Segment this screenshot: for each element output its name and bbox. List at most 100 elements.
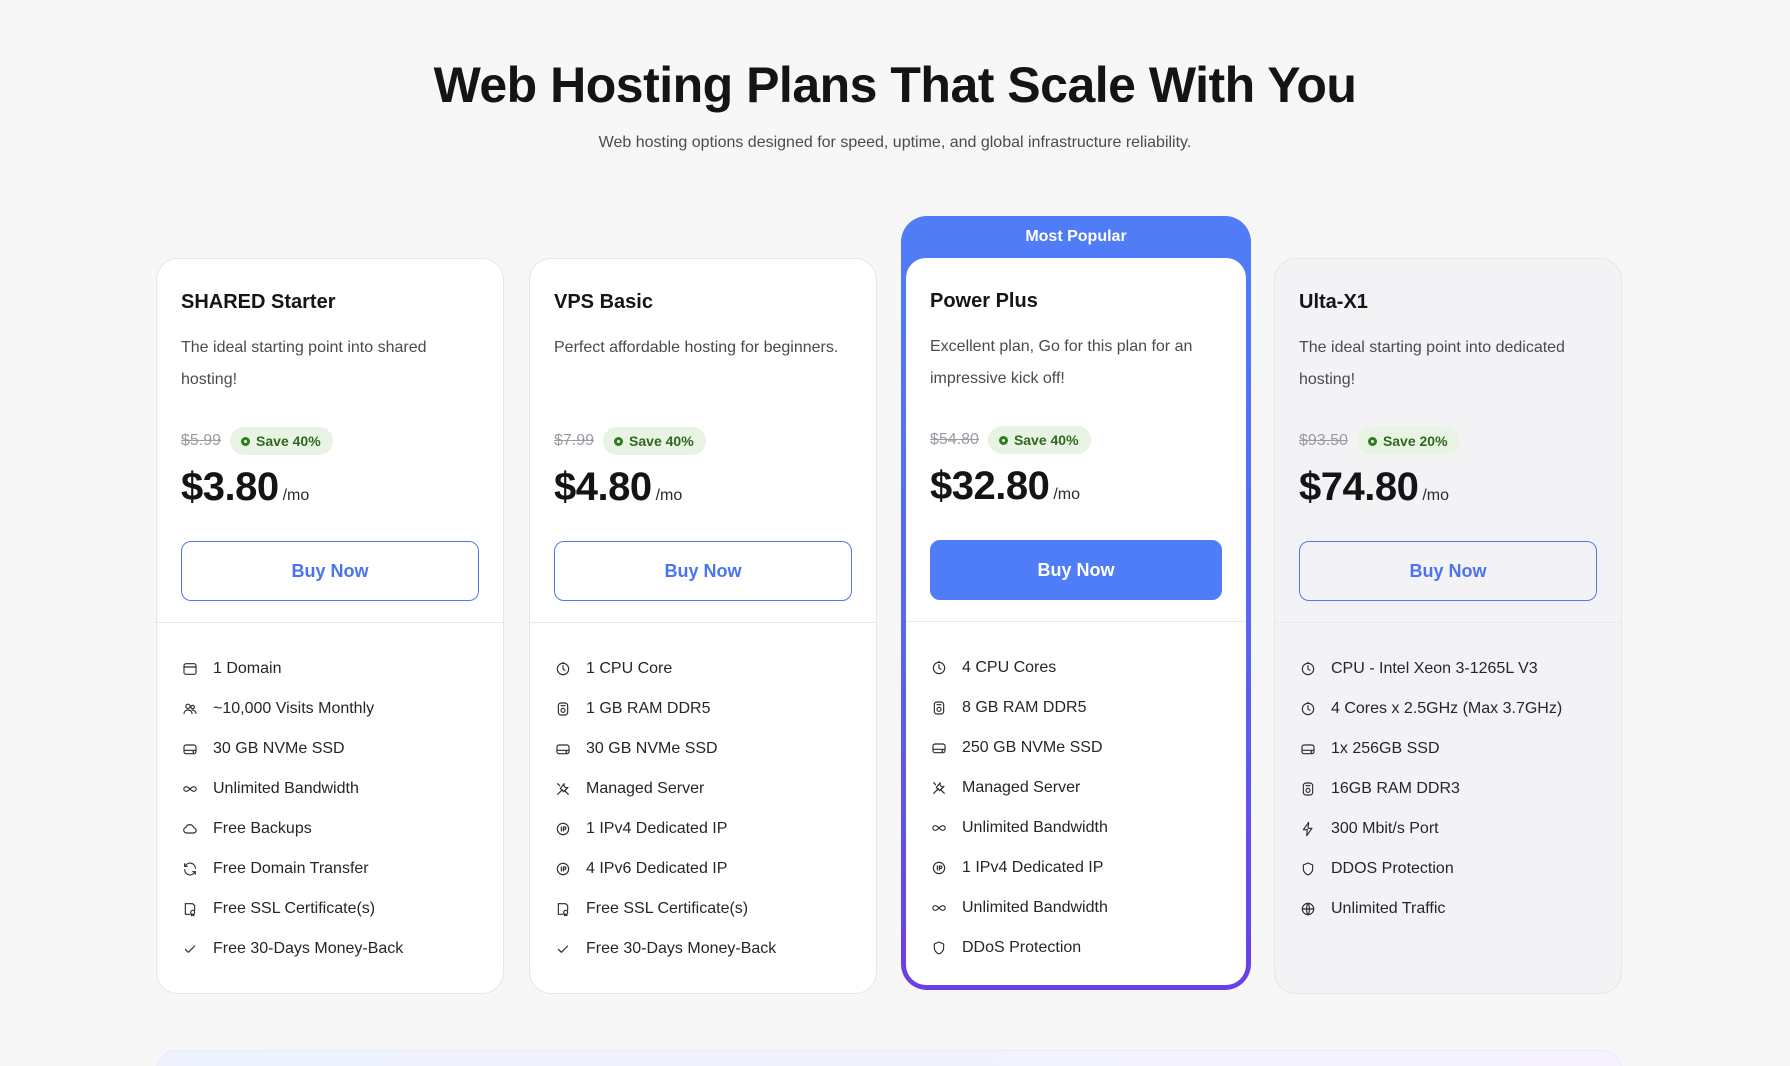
feature-item: 8 GB RAM DDR5 [930, 688, 1222, 728]
price: $4.80 [554, 465, 652, 509]
cpu-gauge-icon [1299, 700, 1317, 718]
plan-header: VPS Basic Perfect affordable hosting for … [530, 259, 876, 622]
feature-item: DDoS Protection [930, 928, 1222, 968]
feature-label: 16GB RAM DDR3 [1331, 780, 1460, 797]
feature-label: 1 IPv4 Dedicated IP [962, 859, 1104, 876]
feature-label: 30 GB NVMe SSD [586, 740, 718, 757]
discount-row: $54.80 Save 40% [930, 426, 1091, 454]
feature-label: 4 IPv6 Dedicated IP [586, 860, 728, 877]
feature-item: 1 IPv4 Dedicated IP [930, 848, 1222, 888]
feature-label: ~10,000 Visits Monthly [213, 700, 375, 717]
price-row: $4.80/mo [554, 465, 682, 510]
feature-item: Free Backups [181, 809, 479, 849]
feature-label: Free SSL Certificate(s) [213, 900, 376, 917]
buy-now-button[interactable]: Buy Now [554, 541, 852, 601]
page-subtitle: Web hosting options designed for speed, … [598, 134, 1192, 151]
tag-dot-icon [998, 435, 1008, 445]
refresh-icon [181, 860, 199, 878]
cpu-gauge-icon [554, 660, 572, 678]
check-icon [554, 940, 572, 958]
plan-description: Excellent plan, Go for this plan for an … [930, 338, 1193, 387]
feature-item: 1 IPv4 Dedicated IP [554, 809, 852, 849]
feature-label: 1 Domain [213, 660, 282, 677]
old-price: $5.99 [181, 432, 222, 449]
price-row: $3.80/mo [181, 465, 309, 510]
plan-name: VPS Basic [554, 291, 653, 313]
globe-icon [1299, 900, 1317, 918]
feature-label: Managed Server [586, 780, 705, 797]
pricing-page: Web Hosting Plans That Scale With You We… [0, 0, 1790, 1066]
feature-label: Free Backups [213, 820, 312, 837]
users-icon [181, 700, 199, 718]
feature-item: Free 30-Days Money-Back [181, 929, 479, 969]
price: $74.80 [1299, 465, 1419, 509]
shield-icon [930, 939, 948, 957]
feature-item: Free SSL Certificate(s) [181, 889, 479, 929]
plan-header: Power Plus Excellent plan, Go for this pl… [906, 258, 1246, 621]
certificate-icon [181, 900, 199, 918]
cpu-gauge-icon [1299, 660, 1317, 678]
feature-label: Unlimited Traffic [1331, 900, 1446, 917]
price-row: $32.80/mo [930, 464, 1080, 509]
feature-label: CPU - Intel Xeon 3-1265L V3 [1331, 660, 1538, 677]
save-badge: Save 40% [987, 426, 1091, 454]
save-badge: Save 40% [230, 427, 333, 455]
bolt-icon [1299, 820, 1317, 838]
feature-item: Unlimited Bandwidth [181, 769, 479, 809]
price-period: /mo [655, 487, 683, 504]
feature-label: DDOS Protection [1331, 860, 1454, 877]
buy-now-button[interactable]: Buy Now [181, 541, 479, 601]
feature-item: 1x 256GB SSD [1299, 729, 1597, 769]
ip-icon [554, 820, 572, 838]
infinity-icon [930, 899, 948, 917]
plan-card-ulta-x1: Ulta-X1 The ideal starting point into ded… [1274, 258, 1622, 994]
discount-row: $7.99 Save 40% [554, 427, 706, 455]
infinity-icon [181, 780, 199, 798]
feature-label: 1 GB RAM DDR5 [586, 700, 711, 717]
plan-name: Power Plus [930, 290, 1038, 312]
feature-label: 300 Mbit/s Port [1331, 820, 1439, 837]
feature-label: Unlimited Bandwidth [962, 899, 1108, 916]
hard-drive-icon [554, 740, 572, 758]
old-price: $7.99 [554, 432, 595, 449]
tools-icon [554, 780, 572, 798]
most-popular-badge: Most Popular [1025, 228, 1127, 245]
hard-drive-icon [1299, 740, 1317, 758]
price-period: /mo [1422, 487, 1450, 504]
price: $32.80 [930, 464, 1050, 508]
plan-name: Ulta-X1 [1299, 291, 1368, 313]
save-badge: Save 40% [603, 427, 706, 455]
hard-drive-icon [930, 739, 948, 757]
feature-item: 30 GB NVMe SSD [554, 729, 852, 769]
ram-icon [930, 699, 948, 717]
feature-label: Unlimited Bandwidth [213, 780, 359, 797]
discount-row: $5.99 Save 40% [181, 427, 333, 455]
feature-label: DDoS Protection [962, 939, 1082, 956]
price-row: $74.80/mo [1299, 465, 1449, 510]
ram-icon [1299, 780, 1317, 798]
plan-card-power-plus: Most Popular Power Plus Excellent plan, G… [901, 216, 1251, 990]
save-badge: Save 20% [1356, 427, 1460, 455]
feature-label: Free 30-Days Money-Back [586, 940, 777, 957]
feature-label: Free SSL Certificate(s) [586, 900, 749, 917]
hard-drive-icon [181, 740, 199, 758]
feature-item: Unlimited Traffic [1299, 889, 1597, 929]
save-label: Save 40% [256, 433, 321, 449]
plan-card-power-plus-body: Power Plus Excellent plan, Go for this pl… [906, 258, 1246, 985]
shield-icon [1299, 860, 1317, 878]
feature-item: 4 Cores x 2.5GHz (Max 3.7GHz) [1299, 689, 1597, 729]
buy-now-button[interactable]: Buy Now [930, 540, 1222, 600]
feature-label: 1 CPU Core [586, 660, 673, 677]
check-icon [181, 940, 199, 958]
feature-item: CPU - Intel Xeon 3-1265L V3 [1299, 649, 1597, 689]
buy-now-button[interactable]: Buy Now [1299, 541, 1597, 601]
ip-icon [554, 860, 572, 878]
browser-icon [181, 660, 199, 678]
cloud-icon [181, 820, 199, 838]
feature-list: 1 Domain ~10,000 Visits Monthly 30 GB NVMe… [157, 623, 503, 969]
plan-cards: SHARED Starter The ideal starting point i… [156, 216, 1622, 996]
plan-card-shared-starter: SHARED Starter The ideal starting point i… [156, 258, 504, 994]
plan-card-vps-basic: VPS Basic Perfect affordable hosting for … [529, 258, 877, 994]
plan-name: SHARED Starter [181, 291, 336, 313]
feature-item: Managed Server [554, 769, 852, 809]
